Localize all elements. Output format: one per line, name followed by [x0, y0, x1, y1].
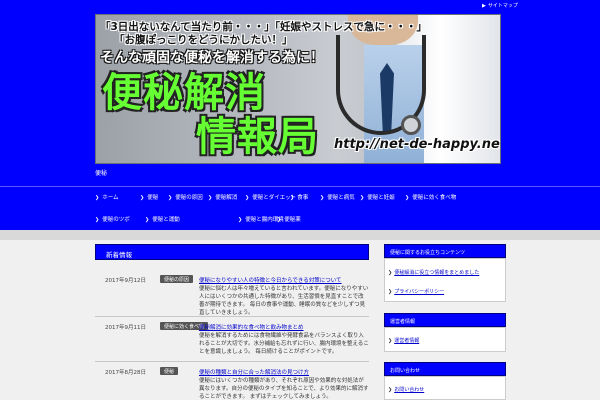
sidebar-link-label: 運営者情報: [394, 338, 420, 344]
nav-item-exercise[interactable]: ❯ 便秘と運動: [145, 215, 180, 223]
nav-item-pregnancy[interactable]: ❯ 便秘と妊娠: [360, 193, 395, 201]
banner-quote-2: 「お腹ぽっこりをどうにかしたい！」: [114, 34, 293, 46]
nav-item-label: 便秘解消: [215, 195, 238, 201]
sidebar-link-label: 便秘解消に役立つ情報をまとめました: [394, 270, 480, 276]
nav-item-causes[interactable]: ❯ 便秘の原因: [168, 193, 203, 201]
nav-item-diet[interactable]: ❯ 便秘とダイエット: [245, 193, 296, 201]
chevron-right-icon: ❯: [245, 195, 250, 201]
chevron-right-icon: ❯: [320, 195, 325, 201]
sidebar-link-label: プライバシーポリシー: [394, 289, 445, 295]
post-title-link[interactable]: 便秘解消に効果的な食べ物と飲み物まとめ: [199, 323, 369, 331]
site-header: ▶ サイトマップ 「3日出ないなんて当たり前・・・」「妊娠やストレスで急に・・・」…: [0, 0, 600, 230]
post-title-link[interactable]: 便秘の種類と自分に合った解消法の見つけ方: [199, 368, 369, 376]
site-banner[interactable]: 「3日出ないなんて当たり前・・・」「妊娠やストレスで急に・・・」 「お腹ぽっこり…: [95, 14, 501, 164]
sitemap-link[interactable]: ▶ サイトマップ: [482, 2, 518, 9]
nav-item-label: 便秘のツボ: [102, 217, 130, 223]
chevron-right-icon: ❯: [168, 195, 173, 201]
sidebar-heading: お問い合わせ: [384, 362, 506, 376]
banner-tagline: そんな頑固な便秘を解消する為に！: [100, 50, 324, 66]
chevron-right-icon: ❯: [277, 217, 282, 223]
post-date: 2017年8月28日: [105, 370, 146, 376]
post-date: 2017年9月12日: [105, 278, 146, 284]
nav-item-label: 便秘: [147, 195, 159, 201]
main-content-area: [0, 240, 600, 400]
sidebar-link[interactable]: ❯ プライバシーポリシー: [388, 288, 444, 295]
chevron-right-icon: ❯: [360, 195, 365, 201]
chevron-right-icon: ▶: [482, 3, 486, 9]
nav-item-label: 食事: [297, 195, 309, 201]
nav-item-food[interactable]: ❯ 食事: [290, 193, 308, 201]
sidebar-heading: 便秘に関するお役立ちコンテンツ: [384, 244, 506, 258]
post-date: 2017年9月11日: [105, 325, 146, 331]
nav-item-constipation[interactable]: ❯ 便秘: [140, 193, 158, 201]
content-top-band: [0, 230, 600, 240]
sidebar-link[interactable]: ❯ 便秘解消に役立つ情報をまとめました: [388, 269, 479, 276]
banner-url: http://net-de-happy.net/: [334, 137, 501, 152]
nav-item-medicine[interactable]: ❯ 便秘薬: [277, 215, 301, 223]
nav-item-label: 便秘と病気: [327, 195, 355, 201]
stethoscope-disc-icon: [401, 115, 421, 135]
chevron-right-icon: ❯: [140, 195, 145, 201]
chevron-right-icon: ❯: [388, 289, 393, 295]
chevron-right-icon: ❯: [388, 270, 393, 276]
chevron-right-icon: ❯: [388, 338, 393, 344]
nav-item-label: ホーム: [102, 195, 119, 201]
nav-item-label: 便秘と妊娠: [367, 195, 395, 201]
nav-item-illness[interactable]: ❯ 便秘と病気: [320, 193, 355, 201]
sidebar-heading: 運営者情報: [384, 313, 506, 327]
sidebar-link[interactable]: ❯ 運営者情報: [388, 337, 419, 344]
post-excerpt: 便秘に悩む人は年々増えていると言われています。便秘になりやすい人にはいくつかの共…: [199, 286, 369, 316]
chevron-right-icon: ❯: [405, 195, 410, 201]
chevron-right-icon: ❯: [95, 195, 100, 201]
banner-title-line-2: 情報局: [196, 114, 319, 160]
post-category-badge[interactable]: 便秘の原因: [160, 275, 194, 283]
post-title-link[interactable]: 便秘になりやすい人の特徴と今日からできる対策について: [199, 276, 369, 284]
nav-item-label: 便秘薬: [284, 217, 301, 223]
post-excerpt: 便秘にはいくつかの種類があり、それぞれ原因や効果的な対処法が異なります。自分の便…: [199, 378, 369, 400]
nav-item-home[interactable]: ❯ ホーム: [95, 193, 119, 201]
nav-item-label: 便秘と運動: [152, 217, 180, 223]
chevron-right-icon: ❯: [145, 217, 150, 223]
sidebar-link[interactable]: ❯ お問い合わせ: [388, 386, 424, 393]
sitemap-label: サイトマップ: [487, 3, 518, 9]
chevron-right-icon: ❯: [95, 217, 100, 223]
post-category-badge[interactable]: 便秘: [160, 367, 179, 375]
chevron-right-icon: ❯: [208, 195, 213, 201]
header-divider: [0, 186, 600, 187]
nav-item-effective-foods[interactable]: ❯ 便秘に効く食べ物: [405, 193, 456, 201]
nav-item-relief[interactable]: ❯ 便秘解消: [208, 193, 237, 201]
sidebar-link-label: お問い合わせ: [394, 387, 425, 393]
chevron-right-icon: ❯: [388, 387, 393, 393]
nav-item-label: 便秘の原因: [175, 195, 203, 201]
sidebar-box: [384, 258, 506, 302]
nav-item-label: 便秘に効く食べ物: [412, 195, 457, 201]
post-divider: [95, 361, 369, 362]
post-excerpt: 便秘を解消するためには食物繊維や発酵食品をバランスよく取り入れることが大切です。…: [199, 333, 369, 355]
nav-item-pressure-points[interactable]: ❯ 便秘のツボ: [95, 215, 130, 223]
site-tagline: 便秘: [95, 170, 108, 177]
post-divider: [95, 316, 369, 317]
chevron-right-icon: ❯: [290, 195, 295, 201]
banner-title-line-1: 便秘解消: [102, 70, 266, 116]
new-posts-heading: 新着情報: [95, 244, 369, 260]
chevron-right-icon: ❯: [238, 217, 243, 223]
